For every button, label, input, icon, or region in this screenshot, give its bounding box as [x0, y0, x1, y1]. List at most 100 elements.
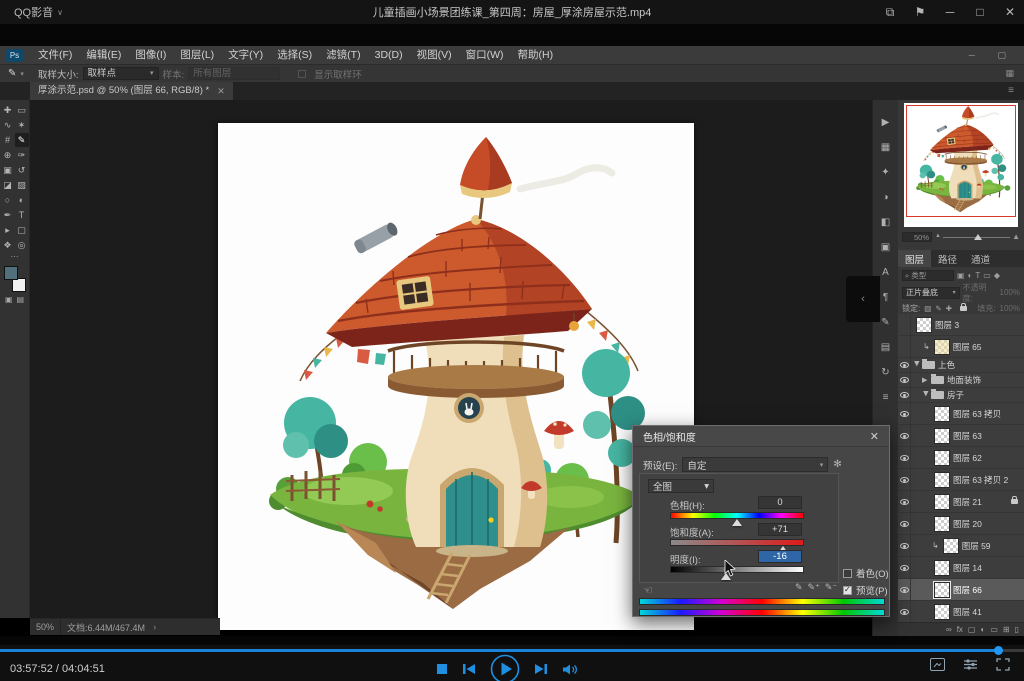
preview-checkbox[interactable]	[843, 586, 852, 595]
marquee-tool[interactable]: ▭	[15, 103, 29, 117]
layer-thumbnail[interactable]	[934, 560, 950, 576]
fullscreen-icon[interactable]	[996, 658, 1010, 671]
menu-item[interactable]: 窗口(W)	[459, 46, 511, 64]
lock-all-icon[interactable]	[960, 306, 967, 311]
sample-size-dropdown[interactable]: 取样点 ▾	[83, 67, 159, 80]
eyedropper-icon[interactable]: ✎	[8, 68, 16, 79]
seek-handle[interactable]	[994, 646, 1003, 655]
channel-dropdown[interactable]: 全图 ▾	[648, 479, 714, 493]
filter-pixel-icon[interactable]: ▣	[957, 271, 965, 280]
panel-collapse-flyout[interactable]: ‹	[846, 276, 880, 322]
navigator-zoom-field[interactable]: 50%	[902, 232, 932, 242]
menu-item[interactable]: 编辑(E)	[79, 46, 128, 64]
eyedropper-minus-icon[interactable]: ✎⁻	[825, 582, 837, 593]
visibility-toggle[interactable]	[898, 469, 911, 490]
opacity-value[interactable]: 100%	[1000, 288, 1020, 297]
fill-value[interactable]: 100%	[1000, 304, 1020, 313]
group-caret-icon[interactable]: ▶	[922, 391, 930, 399]
hue-slider-thumb[interactable]	[732, 519, 742, 526]
foreground-color-swatch[interactable]	[4, 266, 18, 280]
layer-row[interactable]: ▶ ↳ 图层 62	[898, 447, 1024, 469]
visibility-toggle[interactable]	[898, 373, 911, 387]
blur-tool[interactable]: ○	[1, 193, 15, 207]
layer-row[interactable]: ▶ ↳ 图层 21	[898, 491, 1024, 513]
layer-row[interactable]: ▶ ↳ 图层 3	[898, 314, 1024, 336]
visibility-toggle[interactable]	[898, 358, 911, 372]
layer-row[interactable]: ▶ ↳ 图层 20	[898, 513, 1024, 535]
preview-option[interactable]: 预览(P)	[843, 583, 888, 597]
layer-name[interactable]: 图层 63 拷贝	[953, 408, 1001, 420]
eyedropper-icon[interactable]: ✎	[795, 582, 803, 593]
move-tool[interactable]: ✚	[1, 103, 15, 117]
preset-dropdown[interactable]: 自定 ▾	[682, 457, 828, 472]
saturation-slider[interactable]	[670, 539, 804, 546]
menu-item[interactable]: 帮助(H)	[511, 46, 561, 64]
layer-row[interactable]: ▶ ↳ 图层 41	[898, 601, 1024, 622]
delete-layer-icon[interactable]: ▯	[1015, 625, 1019, 634]
clone-source-panel-icon[interactable]: ▣	[878, 240, 894, 254]
zoom-tool[interactable]: ◎	[15, 238, 29, 252]
eyedropper-plus-icon[interactable]: ✎⁺	[808, 582, 820, 593]
visibility-toggle[interactable]	[898, 557, 911, 578]
layer-name[interactable]: 图层 14	[953, 562, 982, 574]
crop-tool[interactable]: #	[1, 133, 15, 147]
3d-panel-icon[interactable]: ✦	[878, 165, 894, 179]
visibility-toggle[interactable]	[898, 314, 911, 335]
layer-name[interactable]: 图层 21	[953, 496, 982, 508]
filter-adjustment-icon[interactable]: ◐	[968, 271, 973, 280]
layer-row[interactable]: ▶ ↳ 图层 63 拷贝 2	[898, 469, 1024, 491]
menu-item[interactable]: 选择(S)	[270, 46, 319, 64]
layer-thumbnail[interactable]	[934, 582, 950, 598]
styles-panel-icon[interactable]: ◧	[878, 215, 894, 229]
new-layer-icon[interactable]: ⊞	[1003, 625, 1010, 634]
mini-mode-icon[interactable]: ⧉	[882, 5, 898, 20]
layer-row[interactable]: ▶ ↳ 图层 65	[898, 336, 1024, 358]
playlist-settings-icon[interactable]	[963, 658, 978, 671]
targeted-adjustment-tool-icon[interactable]: ☜	[643, 584, 653, 597]
layer-row[interactable]: ▶ ↳ 房子	[898, 388, 1024, 403]
layer-name[interactable]: 图层 3	[935, 319, 959, 331]
layer-thumbnail[interactable]	[943, 538, 959, 554]
play-button[interactable]	[490, 654, 520, 681]
zoom-out-icon[interactable]: ▲	[935, 233, 941, 239]
menu-item[interactable]: 3D(D)	[368, 46, 410, 64]
link-layers-icon[interactable]: ∞	[946, 625, 952, 634]
layer-thumbnail[interactable]	[934, 406, 950, 422]
filter-type-icon[interactable]: T	[975, 271, 980, 280]
hue-value-field[interactable]: 0	[758, 496, 802, 509]
stop-button[interactable]	[436, 663, 448, 675]
visibility-toggle[interactable]	[898, 491, 911, 512]
lock-transparency-icon[interactable]: ▨	[924, 304, 931, 313]
visibility-toggle[interactable]	[898, 579, 911, 600]
tool-preset-caret-icon[interactable]: ▾	[20, 70, 24, 78]
group-caret-icon[interactable]: ▶	[922, 376, 930, 384]
layer-name[interactable]: 图层 59	[962, 540, 991, 552]
properties-panel-icon[interactable]: ≡	[878, 390, 894, 404]
layer-thumbnail[interactable]	[934, 428, 950, 444]
zoom-in-icon[interactable]: ▲	[1012, 232, 1020, 241]
background-color-swatch[interactable]	[12, 278, 26, 292]
layer-thumbnail[interactable]	[934, 604, 950, 620]
visibility-toggle[interactable]	[898, 447, 911, 468]
volume-icon[interactable]	[562, 663, 578, 676]
layer-row[interactable]: ▶ ↳ 地面装饰	[898, 373, 1024, 388]
blend-mode-dropdown[interactable]: 正片叠底 ▾	[902, 287, 960, 299]
tab-layers[interactable]: 图层	[898, 250, 931, 267]
layer-row[interactable]: ▶ ↳ 图层 63	[898, 425, 1024, 447]
dialog-close-icon[interactable]: ✕	[870, 430, 879, 443]
maximize-button[interactable]: □	[972, 5, 988, 19]
layer-filter-dropdown[interactable]: ⌕ 类型	[902, 270, 954, 281]
screenshot-icon[interactable]	[930, 658, 945, 671]
layer-thumbnail[interactable]	[934, 450, 950, 466]
actions-panel-icon[interactable]: ▶	[878, 115, 894, 129]
visibility-toggle[interactable]	[898, 388, 911, 402]
dialog-titlebar[interactable]: 色相/饱和度 ✕	[633, 426, 889, 447]
adjustment-layer-icon[interactable]: ◐	[980, 625, 985, 634]
menu-item[interactable]: 图层(L)	[173, 46, 221, 64]
toolbar-more-icon[interactable]: ⋯	[0, 252, 29, 262]
workspace-icon[interactable]: ▦	[1005, 68, 1014, 79]
menu-item[interactable]: 视图(V)	[410, 46, 459, 64]
panel-menu-icon[interactable]: ≡	[1008, 85, 1014, 96]
layer-thumbnail[interactable]	[916, 317, 932, 333]
menu-item[interactable]: 图像(I)	[128, 46, 173, 64]
